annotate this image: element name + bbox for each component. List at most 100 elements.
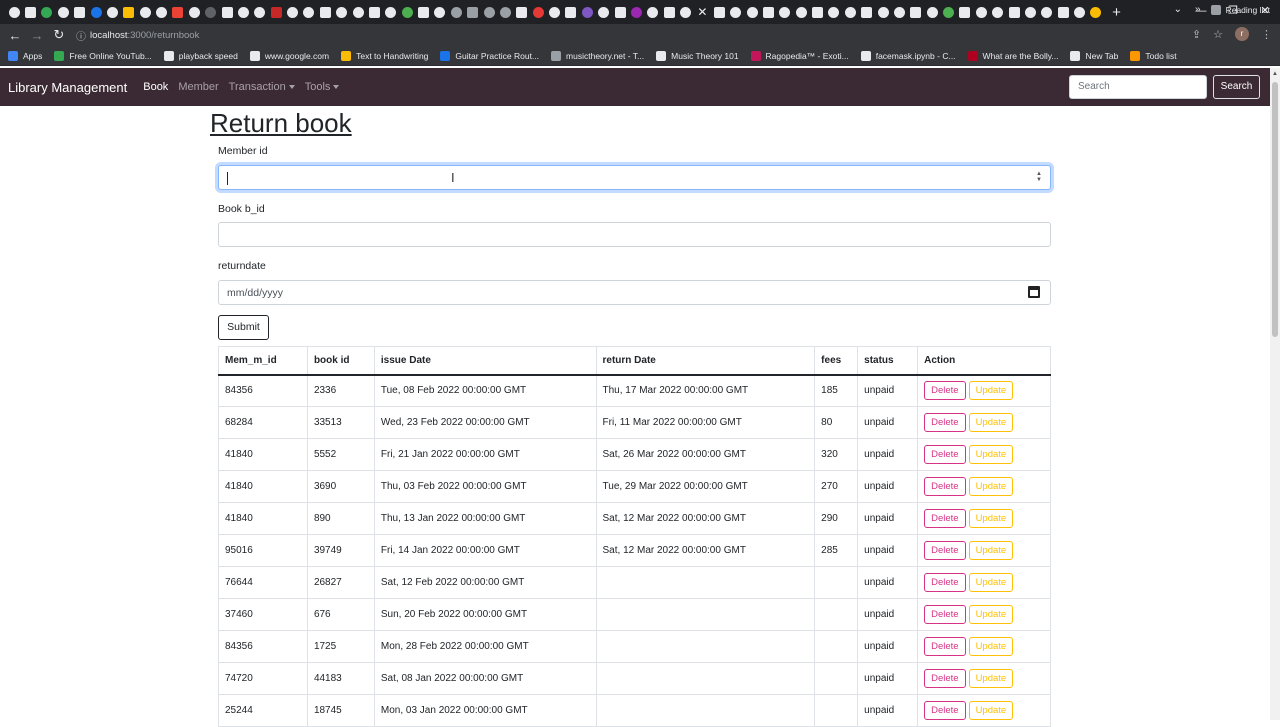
nav-transaction-dropdown[interactable]: Transaction [229,81,295,93]
site-info-icon[interactable]: ⓘ [76,28,90,43]
tab-favicon-icon[interactable] [647,6,659,18]
close-tab-icon[interactable]: ✕ [696,6,708,18]
tab-favicon-icon[interactable] [287,6,299,18]
tab-favicon-icon[interactable] [434,6,446,18]
delete-button[interactable]: Delete [924,445,966,464]
tab-favicon-icon[interactable] [385,6,397,18]
tab-favicon-icon[interactable] [221,6,233,18]
delete-button[interactable]: Delete [924,573,966,592]
tab-favicon-icon[interactable] [828,6,840,18]
tab-favicon-icon[interactable] [779,6,791,18]
reload-icon[interactable]: ↻ [48,27,70,43]
tab-favicon-icon[interactable] [1041,6,1053,18]
search-input[interactable]: Search [1069,75,1207,99]
delete-button[interactable]: Delete [924,477,966,496]
update-button[interactable]: Update [968,605,1014,624]
back-icon[interactable]: ← [4,28,26,43]
tab-favicon-icon[interactable] [532,6,544,18]
tab-favicon-icon[interactable] [992,6,1004,18]
delete-button[interactable]: Delete [924,413,966,432]
brand[interactable]: Library Management [8,80,127,95]
tab-favicon-icon[interactable] [123,6,135,18]
tab-favicon-icon[interactable] [418,6,430,18]
tab-favicon-icon[interactable] [877,6,889,18]
update-button[interactable]: Update [968,509,1014,528]
delete-button[interactable]: Delete [924,541,966,560]
nav-book[interactable]: Book [143,81,168,93]
delete-button[interactable]: Delete [924,605,966,624]
bookmarks-overflow-icon[interactable]: » [1195,4,1201,15]
tab-favicon-icon[interactable] [1008,6,1020,18]
number-spinner-icon[interactable]: ▲ ▼ [1036,171,1042,183]
bookmark-item[interactable]: Text to Handwriting [341,50,428,61]
tab-favicon-icon[interactable] [172,6,184,18]
tab-favicon-icon[interactable] [25,6,37,18]
submit-button[interactable]: Submit [218,315,269,340]
tab-favicon-icon[interactable] [368,6,380,18]
bookmark-item[interactable]: New Tab [1070,50,1118,61]
bookmark-item[interactable]: Music Theory 101 [656,50,739,61]
bookmark-item[interactable]: facemask.ipynb - C... [860,50,956,61]
tab-favicon-icon[interactable] [1074,6,1086,18]
bookmark-star-icon[interactable]: ☆ [1213,28,1223,41]
nav-member[interactable]: Member [178,81,218,93]
tab-favicon-icon[interactable] [663,6,675,18]
tab-favicon-icon[interactable] [41,6,53,18]
member-id-input[interactable]: ▲ ▼ [218,165,1051,190]
reading-list-button[interactable]: Reading list [1226,5,1270,15]
tab-favicon-icon[interactable] [8,6,20,18]
tab-favicon-icon[interactable] [581,6,593,18]
url-field[interactable]: ⓘ localhost :3000/returnbook [76,26,1280,44]
update-button[interactable]: Update [968,669,1014,688]
share-icon[interactable]: ⇪ [1192,28,1201,41]
tab-favicon-icon[interactable] [598,6,610,18]
tab-favicon-icon[interactable] [926,6,938,18]
forward-icon[interactable]: → [26,28,48,43]
search-button[interactable]: Search [1213,75,1260,99]
tab-favicon-icon[interactable] [254,6,266,18]
bookmark-item[interactable]: Apps [8,50,42,61]
tab-favicon-icon[interactable] [959,6,971,18]
tab-favicon-icon[interactable] [1057,6,1069,18]
calendar-icon[interactable] [1028,286,1040,298]
tab-favicon-icon[interactable] [680,6,692,18]
tab-search-icon[interactable]: ⌄ [1174,4,1182,15]
tab-favicon-icon[interactable] [303,6,315,18]
tab-favicon-icon[interactable] [1024,6,1036,18]
tab-favicon-icon[interactable] [730,6,742,18]
delete-button[interactable]: Delete [924,509,966,528]
tab-favicon-icon[interactable] [1090,6,1102,18]
delete-button[interactable]: Delete [924,701,966,720]
tab-favicon-icon[interactable] [57,6,69,18]
tab-favicon-icon[interactable] [450,6,462,18]
tab-favicon-icon[interactable] [549,6,561,18]
tab-favicon-icon[interactable] [336,6,348,18]
tab-favicon-icon[interactable] [90,6,102,18]
tab-favicon-icon[interactable] [565,6,577,18]
tab-favicon-icon[interactable] [401,6,413,18]
tab-favicon-icon[interactable] [188,6,200,18]
update-button[interactable]: Update [968,477,1014,496]
tab-favicon-icon[interactable] [516,6,528,18]
new-tab-button[interactable]: + [1112,4,1121,21]
bookmark-item[interactable]: playback speed [163,50,238,61]
nav-tools-dropdown[interactable]: Tools [305,81,340,93]
tab-favicon-icon[interactable] [106,6,118,18]
tab-favicon-icon[interactable] [795,6,807,18]
bookmark-item[interactable]: Todo list [1130,50,1177,61]
update-button[interactable]: Update [968,445,1014,464]
profile-avatar[interactable]: r [1235,27,1249,41]
bookmark-item[interactable]: Ragopedia™ - Exoti... [750,50,849,61]
scrollbar-thumb[interactable] [1272,82,1278,337]
tab-favicon-icon[interactable] [975,6,987,18]
tab-favicon-icon[interactable] [319,6,331,18]
tab-favicon-icon[interactable] [614,6,626,18]
update-button[interactable]: Update [968,381,1014,401]
chrome-menu-icon[interactable]: ⋮ [1261,28,1272,41]
tab-favicon-icon[interactable] [237,6,249,18]
bookmark-item[interactable]: Guitar Practice Rout... [440,50,539,61]
tab-favicon-icon[interactable] [467,6,479,18]
tab-favicon-icon[interactable] [483,6,495,18]
scroll-up-icon[interactable]: ▲ [1272,71,1278,77]
tab-favicon-icon[interactable] [893,6,905,18]
